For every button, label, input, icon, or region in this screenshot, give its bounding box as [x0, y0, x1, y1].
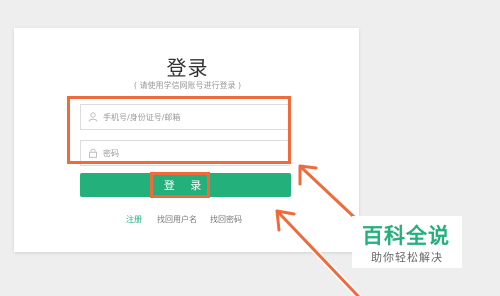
watermark-tagline: 助你轻松解决	[371, 251, 443, 264]
arrow-to-button-icon	[275, 209, 361, 296]
watermark-logo: 百科全说	[362, 224, 450, 248]
